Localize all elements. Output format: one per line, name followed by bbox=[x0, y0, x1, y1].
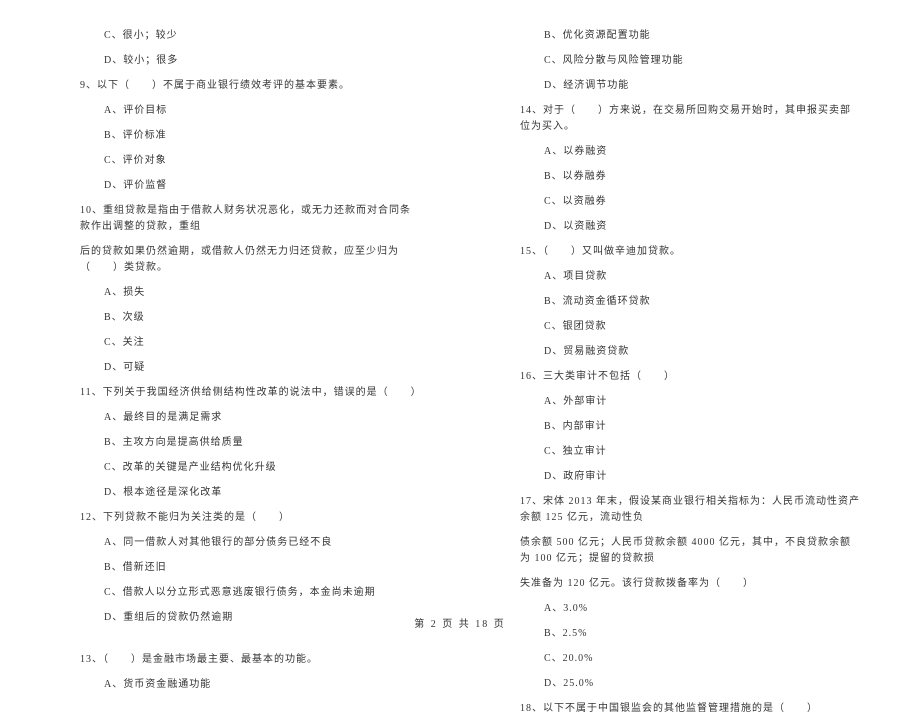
answer-option: D、经济调节功能 bbox=[544, 78, 860, 94]
answer-option: C、独立审计 bbox=[544, 444, 860, 460]
answer-option: A、货币资金融通功能 bbox=[104, 677, 420, 693]
answer-option: D、根本途径是深化改革 bbox=[104, 485, 420, 501]
answer-option: C、借款人以分立形式恶意逃废银行债务，本金尚未逾期 bbox=[104, 585, 420, 601]
question-line: 18、以下不属于中国银监会的其他监督管理措施的是（ ） bbox=[520, 701, 860, 717]
left-column: C、很小；较少 D、较小；很多 9、以下（ ）不属于商业银行绩效考评的基本要素。 A、… bbox=[0, 28, 460, 608]
question-line: 16、三大类审计不包括（ ） bbox=[520, 369, 860, 385]
answer-option: B、评价标准 bbox=[104, 128, 420, 144]
answer-option: B、内部审计 bbox=[544, 419, 860, 435]
answer-option: A、项目贷款 bbox=[544, 269, 860, 285]
question-line: 11、下列关于我国经济供给侧结构性改革的说法中，错误的是（ ） bbox=[80, 385, 420, 401]
question-line: 15、（ ）又叫做辛迪加贷款。 bbox=[520, 244, 860, 260]
spacer bbox=[90, 635, 420, 643]
answer-option: C、关注 bbox=[104, 335, 420, 351]
answer-option: D、评价监督 bbox=[104, 178, 420, 194]
question-line: 12、下列贷款不能归为关注类的是（ ） bbox=[80, 510, 420, 526]
answer-option: C、风险分散与风险管理功能 bbox=[544, 53, 860, 69]
answer-option: C、很小；较少 bbox=[104, 28, 420, 44]
answer-option: C、评价对象 bbox=[104, 153, 420, 169]
question-line: 10、重组贷款是指由于借款人财务状况恶化，或无力还款而对合同条款作出调整的贷款，… bbox=[80, 203, 420, 235]
question-line: 14、对于（ ）方来说，在交易所回购交易开始时，其申报买卖部位为买入。 bbox=[520, 103, 860, 135]
answer-option: B、以券融券 bbox=[544, 169, 860, 185]
answer-option: A、以券融资 bbox=[544, 144, 860, 160]
question-continuation: 后的贷款如果仍然逾期，或借款人仍然无力归还贷款，应至少归为（ ）类贷款。 bbox=[80, 244, 420, 276]
question-continuation: 失准备为 120 亿元。该行贷款拨备率为（ ） bbox=[520, 576, 860, 592]
right-column: B、优化资源配置功能 C、风险分散与风险管理功能 D、经济调节功能 14、对于（ ）方… bbox=[460, 28, 920, 608]
question-continuation: 债余额 500 亿元；人民币贷款余额 4000 亿元，其中，不良贷款余额为 10… bbox=[520, 535, 860, 567]
answer-option: C、改革的关键是产业结构优化升级 bbox=[104, 460, 420, 476]
question-line: 17、宋体 2013 年末，假设某商业银行相关指标为：人民币流动性资产余额 12… bbox=[520, 494, 860, 526]
answer-option: D、25.0% bbox=[544, 676, 860, 692]
answer-option: A、损失 bbox=[104, 285, 420, 301]
question-line: 13、（ ）是金融市场最主要、最基本的功能。 bbox=[80, 652, 420, 668]
answer-option: C、20.0% bbox=[544, 651, 860, 667]
answer-option: B、流动资金循环贷款 bbox=[544, 294, 860, 310]
answer-option: D、以资融资 bbox=[544, 219, 860, 235]
answer-option: B、借新还旧 bbox=[104, 560, 420, 576]
page-footer: 第 2 页 共 18 页 bbox=[0, 615, 920, 630]
answer-option: A、外部审计 bbox=[544, 394, 860, 410]
answer-option: D、较小；很多 bbox=[104, 53, 420, 69]
question-line: 9、以下（ ）不属于商业银行绩效考评的基本要素。 bbox=[80, 78, 420, 94]
answer-option: B、主攻方向是提高供给质量 bbox=[104, 435, 420, 451]
answer-option: B、次级 bbox=[104, 310, 420, 326]
answer-option: D、贸易融资贷款 bbox=[544, 344, 860, 360]
answer-option: A、评价目标 bbox=[104, 103, 420, 119]
answer-option: D、政府审计 bbox=[544, 469, 860, 485]
answer-option: C、以资融券 bbox=[544, 194, 860, 210]
answer-option: A、最终目的是满足需求 bbox=[104, 410, 420, 426]
answer-option: B、优化资源配置功能 bbox=[544, 28, 860, 44]
answer-option: A、同一借款人对其他银行的部分债务已经不良 bbox=[104, 535, 420, 551]
answer-option: D、可疑 bbox=[104, 360, 420, 376]
answer-option: C、银团贷款 bbox=[544, 319, 860, 335]
page-container: C、很小；较少 D、较小；很多 9、以下（ ）不属于商业银行绩效考评的基本要素。 A、… bbox=[0, 28, 920, 608]
